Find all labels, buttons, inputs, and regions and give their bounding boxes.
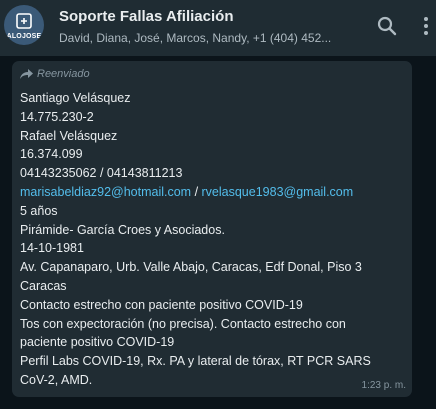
message-line: 16.374.099: [20, 147, 83, 162]
message-text: Santiago Velásquez 14.775.230-2 Rafael V…: [20, 89, 408, 390]
message-timestamp: 1:23 p. m.: [361, 380, 406, 391]
message-line: Av. Capanaparo, Urb. Valle Abajo, Caraca…: [20, 260, 362, 275]
avatar-text: ALOJOSE: [6, 33, 42, 40]
avatar-logo-icon: [16, 13, 32, 29]
message-line: Tos con expectoración (no precisa). Cont…: [20, 316, 346, 331]
message-line: 04143235062 / 04143811213: [20, 166, 183, 181]
message-line: Santiago Velásquez: [20, 91, 131, 105]
message-bubble[interactable]: Reenviado Santiago Velásquez 14.775.230-…: [12, 61, 412, 397]
email-link-1[interactable]: marisabeldiaz92@hotmail.com: [20, 185, 191, 199]
chat-header[interactable]: ALOJOSE Soporte Fallas Afiliación David,…: [0, 0, 436, 56]
message-line: Pirámide- García Croes y Asociados.: [20, 222, 225, 237]
message-line: Contacto estrecho con paciente positivo …: [20, 297, 303, 312]
message-line: Perfil Labs COVID-19, Rx. PA y lateral d…: [20, 354, 371, 369]
email-separator: /: [191, 184, 202, 199]
message-line: Rafael Velásquez: [20, 128, 118, 143]
message-line: CoV-2, AMD.: [20, 372, 93, 387]
more-vertical-icon[interactable]: [422, 15, 430, 37]
message-line: 14-10-1981: [20, 241, 84, 256]
search-icon[interactable]: [376, 15, 398, 37]
forwarded-label: Reenviado: [37, 68, 90, 80]
forwarded-indicator: Reenviado: [20, 68, 90, 80]
forward-arrow-icon: [20, 69, 33, 79]
message-line: paciente positivo COVID-19: [20, 335, 175, 350]
message-line: 14.775.230-2: [20, 109, 94, 124]
group-avatar[interactable]: ALOJOSE: [4, 5, 44, 45]
message-line: 5 años: [20, 203, 58, 218]
chat-title[interactable]: Soporte Fallas Afiliación: [59, 8, 233, 25]
chat-participants[interactable]: David, Diana, José, Marcos, Nandy, +1 (4…: [59, 31, 349, 45]
email-line: marisabeldiaz92@hotmail.com / rvelasque1…: [20, 183, 408, 202]
email-link-2[interactable]: rvelasque1983@gmail.com: [202, 185, 354, 199]
message-line: Caracas: [20, 278, 67, 293]
